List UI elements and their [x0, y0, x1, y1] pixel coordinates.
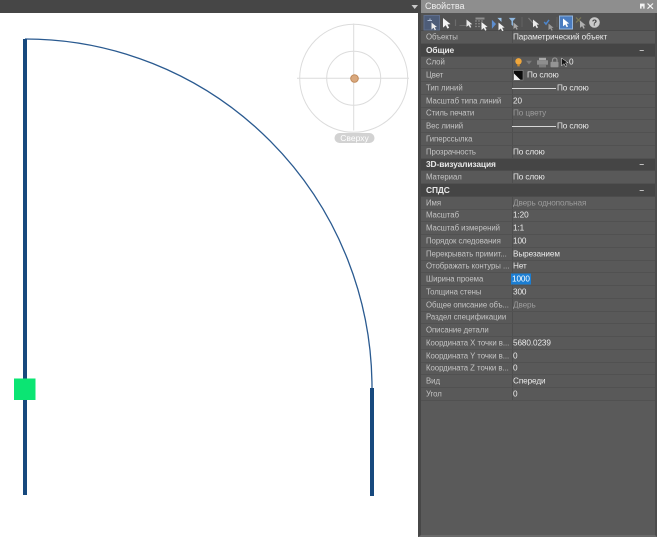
svg-text:?: ?: [592, 18, 597, 28]
svg-text:Сверху: Сверху: [340, 133, 369, 143]
